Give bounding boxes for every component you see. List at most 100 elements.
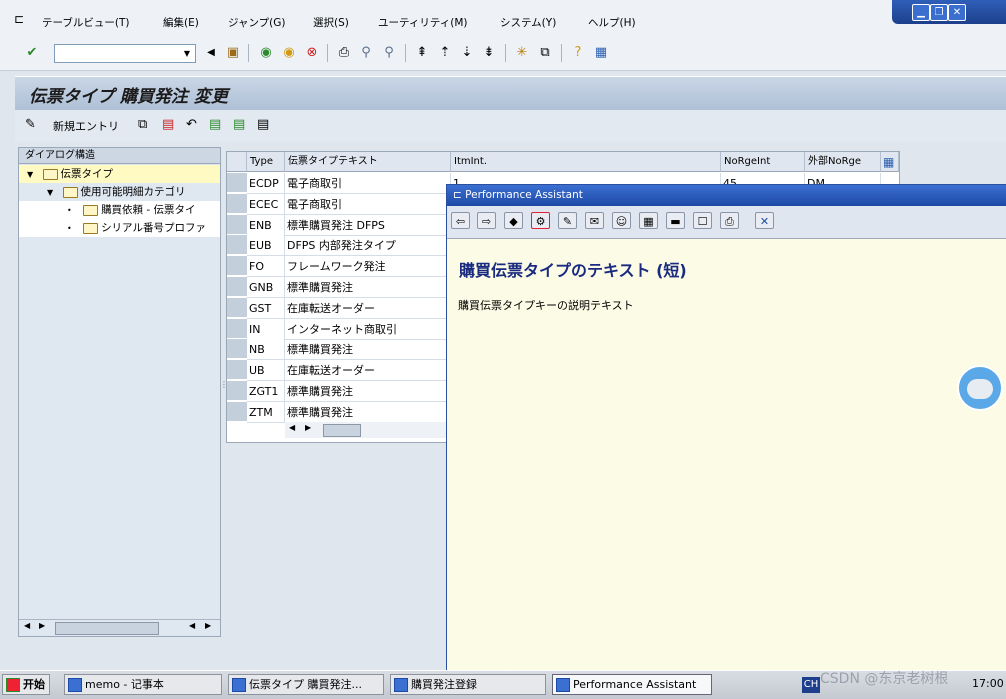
cell-text[interactable]: 電子商取引 [285,193,451,215]
select-all-icon[interactable]: ▤ [209,117,221,132]
column-header-itmint[interactable]: ItmInt. [451,152,721,172]
tree-horizontal-scrollbar[interactable]: ◀ ▶ ◀ ▶ [19,619,220,636]
task-performance-assistant[interactable]: Performance Assistant [552,674,712,695]
cell-text[interactable]: 標準購買発注 DFPS [285,214,451,236]
menu-help[interactable]: ヘルプ(H) [588,15,636,30]
scroll-left-icon[interactable]: ◀ [189,621,195,630]
language-indicator[interactable]: CH [802,677,820,693]
select-block-icon[interactable]: ▤ [233,117,245,132]
previous-page-icon[interactable]: ⇡ [437,45,453,61]
last-page-icon[interactable]: ⇟ [481,45,497,61]
expand-arrow-icon[interactable]: ▼ [27,170,33,179]
menu-system[interactable]: システム(Y) [500,15,556,30]
scroll-thumb[interactable] [55,622,159,635]
pa-title-bar[interactable]: ⊏ Performance Assistant [447,185,1006,206]
column-header-text[interactable]: 伝票タイプテキスト [285,152,451,172]
column-header-type[interactable]: Type [247,152,285,172]
cell-text[interactable]: 在庫転送オーダー [285,360,451,382]
column-settings-icon[interactable]: ▦ [881,152,899,172]
restore-button[interactable]: ❐ [930,4,948,21]
tree-node-document-type[interactable]: ▼ 伝票タイプ [19,165,220,183]
help-icon[interactable]: ? [570,45,586,61]
exit-icon[interactable]: ◉ [281,45,297,61]
row-selector[interactable] [227,214,247,235]
row-selector[interactable] [227,318,247,339]
scroll-right-icon[interactable]: ▶ [39,621,45,630]
layout-menu-icon[interactable]: ▦ [593,45,609,61]
command-field[interactable]: ▼ [54,44,196,63]
row-selector[interactable] [227,256,247,277]
shortcut-icon[interactable]: ⧉ [537,45,553,61]
cancel-icon[interactable]: ⊗ [304,45,320,61]
minimize-button[interactable]: ▁ [912,4,930,21]
pa-edit-icon[interactable]: ✎ [558,212,577,229]
expand-arrow-icon[interactable]: ▼ [47,188,53,197]
chevron-down-icon[interactable]: ▼ [179,45,195,62]
back-icon[interactable]: ◉ [258,45,274,61]
cell-text[interactable]: インターネット商取引 [285,318,451,340]
tree-node-item-categories[interactable]: ▼ 使用可能明細カテゴリ [19,183,186,201]
scroll-left-icon[interactable]: ◀ [289,423,295,432]
cell-text[interactable]: フレームワーク発注 [285,256,451,278]
row-selector[interactable] [227,297,247,318]
menu-edit[interactable]: 編集(E) [163,15,199,30]
first-page-icon[interactable]: ⇞ [414,45,430,61]
pa-forward-icon[interactable]: ⇨ [477,212,496,229]
pa-notes-icon[interactable]: ✉ [585,212,604,229]
pa-book-icon[interactable]: ◆ [504,212,523,229]
pa-user-icon[interactable]: ☺ [612,212,631,229]
menu-utilities[interactable]: ユーティリティ(M) [378,15,468,30]
enter-check-icon[interactable]: ✔ [24,45,40,61]
row-selector[interactable] [227,277,247,297]
pa-layout-icon[interactable]: ▬ [666,212,685,229]
find-next-icon[interactable]: ⚲ [381,45,397,61]
table-corner[interactable] [227,152,247,172]
save-icon[interactable]: ▣ [225,45,241,61]
pa-print-icon[interactable]: ⎙ [720,212,739,229]
table-horizontal-scrollbar[interactable]: ◀ ▶ [285,422,451,438]
row-selector[interactable] [227,339,247,360]
task-sap-doctype[interactable]: 伝票タイプ 購買発注... [228,674,384,695]
pa-close-icon[interactable]: ✕ [755,212,774,229]
scroll-thumb[interactable] [323,424,361,437]
scroll-right-icon[interactable]: ▶ [305,423,311,432]
print-icon[interactable]: ⎙ [336,45,352,61]
undo-change-icon[interactable]: ↶ [186,117,197,132]
cell-text[interactable]: 標準購買発注 [285,339,451,361]
deselect-all-icon[interactable]: ▤ [257,117,269,132]
cell-text[interactable]: 標準購買発注 [285,381,451,402]
cell-text[interactable]: DFPS 内部発注タイプ [285,235,451,257]
menu-table-view[interactable]: テーブルビュー(T) [42,15,129,30]
menu-goto[interactable]: ジャンプ(G) [228,15,286,30]
close-button[interactable]: ✕ [948,4,966,21]
delete-icon[interactable]: ▤ [162,117,174,132]
cell-text[interactable]: 標準購買発注 [285,401,451,423]
pa-settings-icon[interactable]: ☐ [693,212,712,229]
cell-text[interactable]: 標準購買発注 [285,277,451,298]
row-selector[interactable] [227,401,247,422]
task-sap-po-create[interactable]: 購買発注登録 [390,674,546,695]
row-selector[interactable] [227,360,247,381]
task-memo[interactable]: memo - 记事本 [64,674,222,695]
menu-select[interactable]: 選択(S) [313,15,349,30]
cell-text[interactable]: 電子商取引 [285,173,451,194]
column-header-ext-norge[interactable]: 外部NoRge [805,152,881,172]
assistant-bot-icon[interactable] [957,365,1003,411]
pa-table-icon[interactable]: ▦ [639,212,658,229]
column-header-norgeint[interactable]: NoRgeInt [721,152,805,172]
collapse-arrow-icon[interactable]: ◀ [203,45,219,61]
scroll-left-icon[interactable]: ◀ [24,621,30,630]
tree-node-requisition-doctype[interactable]: • 購買依頼 - 伝票タイ [19,201,220,219]
row-selector[interactable] [227,193,247,214]
next-page-icon[interactable]: ⇣ [459,45,475,61]
new-entries-icon[interactable]: ✎ [25,117,36,132]
new-session-icon[interactable]: ✳ [514,45,530,61]
copy-as-icon[interactable]: ⧉ [138,117,147,132]
cell-text[interactable]: 在庫転送オーダー [285,297,451,319]
tree-node-serial-profile[interactable]: • シリアル番号プロファ [19,219,220,237]
menu-icon[interactable]: ⊏ [14,12,24,26]
pa-back-icon[interactable]: ⇦ [451,212,470,229]
row-selector[interactable] [227,173,247,193]
scroll-right-icon[interactable]: ▶ [205,621,211,630]
start-button[interactable]: 开始 [2,674,50,695]
